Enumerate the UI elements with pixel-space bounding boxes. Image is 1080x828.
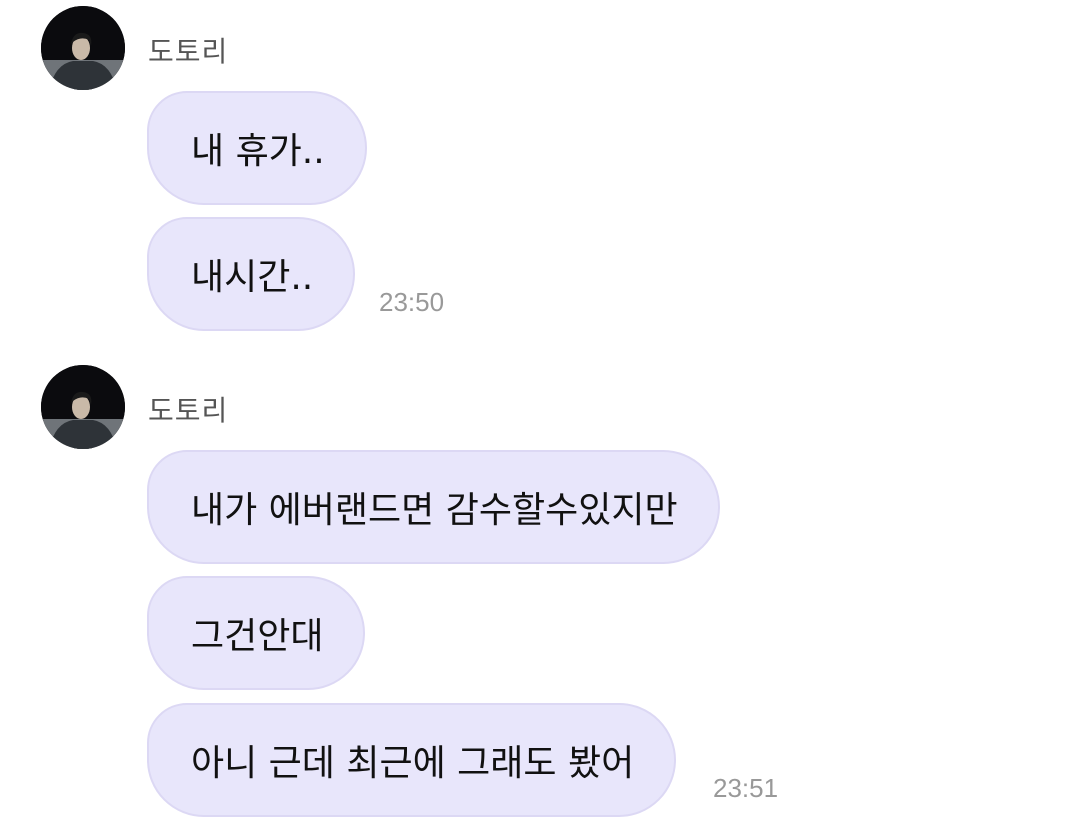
message-bubble[interactable]: 내가 에버랜드면 감수할수있지만	[147, 450, 720, 564]
message-timestamp: 23:51	[713, 773, 779, 803]
avatar[interactable]	[41, 6, 125, 90]
avatar[interactable]	[41, 365, 125, 449]
message-timestamp: 23:50	[379, 287, 445, 317]
profile-photo-avatar-icon	[41, 6, 125, 90]
profile-photo-avatar-icon	[41, 365, 125, 449]
message-bubble[interactable]: 아니 근데 최근에 그래도 봤어	[147, 703, 677, 817]
sender-name: 도토리	[148, 394, 229, 427]
message-bubble[interactable]: 그건안대	[147, 576, 366, 690]
sender-name: 도토리	[148, 35, 229, 68]
message-bubble[interactable]: 내시간..	[147, 217, 356, 331]
message-bubble[interactable]: 내 휴가..	[147, 91, 367, 205]
